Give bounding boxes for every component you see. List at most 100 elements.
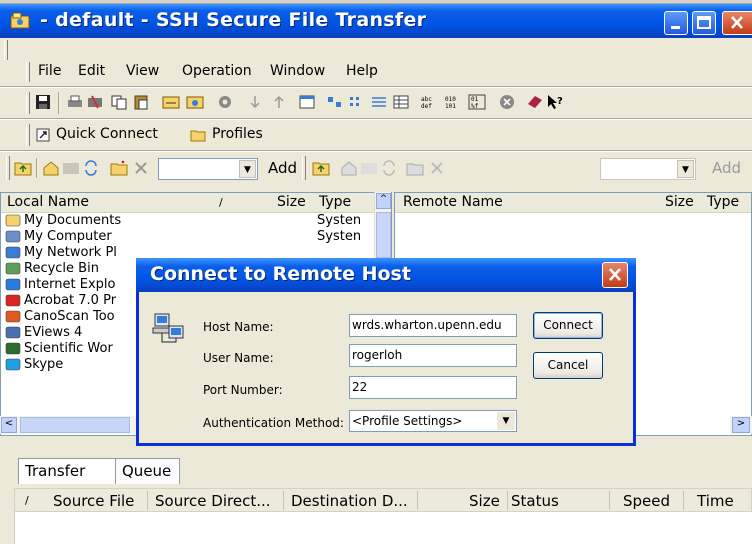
dialog-close-button[interactable] [602, 262, 628, 288]
local-new-folder-icon[interactable] [110, 160, 128, 176]
port-number-label: Port Number: [203, 383, 283, 397]
source-file-column[interactable]: Source File [53, 492, 134, 510]
transfer-list [14, 512, 752, 544]
scroll-thumb[interactable] [376, 212, 391, 258]
column-divider [283, 491, 284, 510]
binary-mode-icon[interactable]: 010101 [444, 94, 462, 110]
local-delete-icon[interactable] [132, 160, 150, 176]
auth-method-label: Authentication Method: [203, 416, 344, 430]
chevron-down-icon[interactable]: ▼ [239, 160, 256, 178]
remote-path-combo[interactable]: ▼ [600, 158, 696, 180]
local-path-combo[interactable]: ▼ [158, 158, 258, 180]
menu-grip [26, 62, 30, 82]
svg-text:01: 01 [471, 96, 479, 103]
size-column[interactable]: Size [469, 492, 500, 510]
quick-connect-button[interactable]: Quick Connect [56, 126, 158, 142]
save-icon[interactable] [34, 94, 52, 110]
profiles-button[interactable]: Profiles [212, 126, 263, 142]
remote-new-folder-icon[interactable] [406, 160, 424, 176]
large-icons-icon[interactable] [326, 94, 344, 110]
local-add-button[interactable]: Add [268, 159, 297, 177]
context-help-icon[interactable]: ? [546, 94, 564, 110]
menu-help[interactable]: Help [346, 63, 378, 79]
local-size-column[interactable]: Size [277, 194, 306, 210]
menu-file[interactable]: File [38, 63, 61, 79]
local-type-column[interactable]: Type [319, 194, 351, 210]
remote-desktop-icon[interactable] [360, 160, 378, 176]
source-directory-column[interactable]: Source Direct... [155, 492, 271, 510]
chevron-down-icon[interactable]: ▼ [677, 160, 694, 178]
print-icon[interactable] [66, 94, 84, 110]
dialog-titlebar[interactable]: Connect to Remote Host [136, 258, 636, 292]
file-name: My Documents [24, 213, 122, 228]
remote-horizontal-scrollbar[interactable]: > [730, 416, 752, 434]
paste-icon[interactable] [132, 94, 150, 110]
toolbar-divider [58, 92, 59, 114]
menu-operation[interactable]: Operation [182, 63, 252, 79]
list-icon[interactable] [370, 94, 388, 110]
window-title: - default - SSH Secure File Transfer [40, 9, 427, 31]
main-titlebar[interactable]: - default - SSH Secure File Transfer [0, 4, 752, 38]
svg-text:?: ? [557, 96, 563, 107]
remote-type-column[interactable]: Type [707, 194, 739, 210]
speed-column[interactable]: Speed [623, 492, 670, 510]
local-up-folder-icon[interactable] [14, 160, 32, 176]
stop-icon[interactable] [498, 94, 516, 110]
remote-refresh-icon[interactable] [380, 160, 398, 176]
navbar-grip [6, 156, 10, 180]
download-icon[interactable] [246, 94, 264, 110]
scroll-thumb[interactable] [20, 417, 130, 433]
minimize-button[interactable] [664, 11, 688, 35]
remote-name-column[interactable]: Remote Name [403, 194, 503, 210]
list-item[interactable]: My Documents Systen [5, 213, 361, 229]
remote-add-button[interactable]: Add [712, 159, 741, 177]
dialog-title: Connect to Remote Host [150, 263, 411, 285]
local-refresh-icon[interactable] [82, 160, 100, 176]
remote-delete-icon[interactable] [428, 160, 446, 176]
local-home-icon[interactable] [42, 160, 60, 176]
main-toolbar: abc def 010 101 01 %f ? [0, 88, 752, 116]
scroll-up-icon[interactable]: ^ [376, 193, 391, 209]
help-book-icon[interactable] [526, 94, 544, 110]
new-file-transfer-icon[interactable] [186, 94, 204, 110]
settings-icon[interactable] [216, 94, 234, 110]
local-desktop-icon[interactable] [62, 160, 80, 176]
auth-method-select[interactable]: <Profile Settings> ▼ [349, 410, 517, 432]
menubar-grip[interactable] [4, 40, 8, 60]
svg-text:101: 101 [445, 103, 456, 110]
menu-view[interactable]: View [126, 63, 159, 79]
scroll-right-icon[interactable]: > [732, 417, 750, 433]
connect-button[interactable]: Connect [533, 312, 603, 339]
user-name-field[interactable]: rogerloh [349, 344, 517, 367]
cancel-button[interactable]: Cancel [533, 352, 603, 379]
quickbar-grip [26, 124, 30, 146]
menu-window[interactable]: Window [270, 63, 325, 79]
chevron-down-icon[interactable]: ▼ [497, 412, 515, 430]
remote-home-icon[interactable] [340, 160, 358, 176]
list-item[interactable]: My Computer Systen [5, 229, 361, 245]
time-column[interactable]: Time [697, 492, 734, 510]
copy-icon[interactable] [110, 94, 128, 110]
menu-edit[interactable]: Edit [78, 63, 105, 79]
port-number-field[interactable]: 22 [349, 376, 517, 399]
status-column[interactable]: Status [511, 492, 559, 510]
maximize-button[interactable] [692, 11, 716, 35]
tab-transfer[interactable]: Transfer [18, 458, 116, 484]
acrobat-icon [5, 293, 21, 308]
details-icon[interactable] [392, 94, 410, 110]
scroll-left-icon[interactable]: < [1, 417, 17, 433]
ascii-mode-icon[interactable]: abcdef [420, 94, 438, 110]
remote-size-column[interactable]: Size [665, 194, 694, 210]
small-icons-icon[interactable] [348, 94, 366, 110]
close-button[interactable] [722, 11, 752, 35]
host-name-field[interactable]: wrds.wharton.upenn.edu [349, 314, 517, 337]
auto-mode-icon[interactable]: 01%f [468, 94, 486, 110]
new-terminal-icon[interactable] [162, 94, 180, 110]
destination-directory-column[interactable]: Destination D... [291, 492, 408, 510]
local-name-column[interactable]: Local Name [7, 194, 89, 210]
disconnect-icon[interactable] [86, 94, 104, 110]
tab-queue[interactable]: Queue [116, 458, 180, 484]
upload-icon[interactable] [270, 94, 288, 110]
remote-up-folder-icon[interactable] [312, 160, 330, 176]
transfer-window-icon[interactable] [298, 94, 316, 110]
